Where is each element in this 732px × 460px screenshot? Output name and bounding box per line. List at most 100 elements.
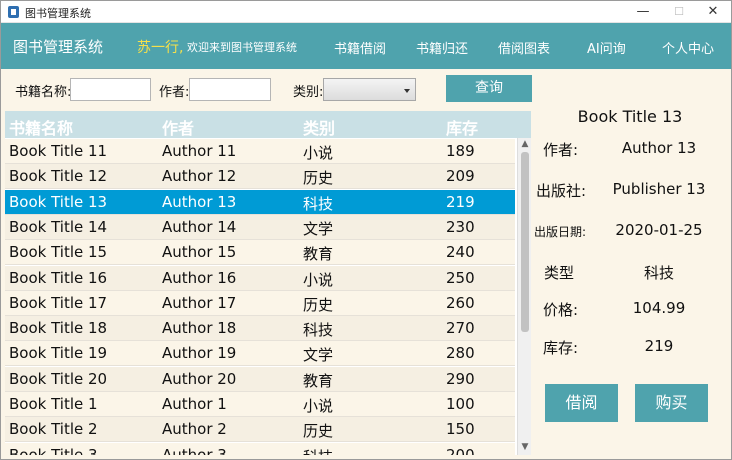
cell-category: 文学 — [303, 346, 334, 365]
table-row[interactable]: Book Title 15 Author 15 教育 240 — [5, 240, 515, 266]
cell-category: 历史 — [303, 295, 334, 314]
cell-book-name: Book Title 14 — [9, 217, 108, 236]
borrow-button[interactable]: 借阅 — [545, 384, 618, 422]
cell-book-name: Book Title 1 — [9, 395, 98, 413]
table-row[interactable]: Book Title 19 Author 19 文学 280 — [5, 341, 515, 367]
nav-return-books[interactable]: 书籍归还 — [416, 38, 468, 57]
maximize-button[interactable]: ☐ — [661, 3, 697, 21]
scroll-thumb[interactable] — [521, 152, 529, 332]
title-bar: 图书管理系统 — ☐ ✕ — [1, 1, 731, 23]
scroll-up-icon[interactable]: ▲ — [521, 140, 529, 149]
cell-category: 科技 — [303, 194, 334, 213]
cell-stock: 280 — [446, 344, 475, 363]
cell-book-name: Book Title 2 — [9, 420, 98, 439]
table-row[interactable]: Book Title 2 Author 2 历史 150 — [5, 417, 515, 443]
header-author[interactable]: 作者 — [162, 115, 194, 139]
detail-book-title: Book Title 13 — [577, 107, 683, 126]
cell-category: 文学 — [303, 219, 334, 238]
header-category[interactable]: 类别 — [303, 115, 335, 139]
cell-category: 历史 — [303, 169, 334, 188]
cell-book-name: Book Title 3 — [9, 445, 98, 455]
cell-book-name: Book Title 16 — [9, 268, 108, 287]
table-row[interactable]: Book Title 20 Author 20 教育 290 — [5, 366, 515, 392]
cell-category: 小说 — [303, 270, 334, 289]
cell-author: Author 2 — [162, 420, 227, 439]
table-row[interactable]: Book Title 11 Author 11 小说 189 — [5, 139, 515, 164]
detail-publisher-label: 出版社: — [536, 182, 587, 200]
cell-author: Author 11 — [162, 142, 237, 160]
cell-book-name: Book Title 20 — [9, 369, 108, 388]
cell-author: Author 16 — [162, 268, 237, 287]
cell-book-name: Book Title 17 — [9, 293, 108, 312]
cell-author: Author 18 — [162, 319, 237, 338]
header-stock[interactable]: 库存 — [446, 115, 478, 139]
cell-book-name: Book Title 18 — [9, 319, 108, 338]
nav-personal-center[interactable]: 个人中心 — [662, 38, 714, 57]
minimize-button[interactable]: — — [625, 3, 661, 21]
nav-borrow-books[interactable]: 书籍借阅 — [334, 38, 386, 57]
detail-price-label: 价格: — [543, 301, 579, 319]
detail-price-value: 104.99 — [632, 299, 686, 317]
cell-author: Author 15 — [162, 243, 237, 262]
detail-stock-value: 219 — [644, 337, 674, 355]
cell-author: Author 13 — [162, 192, 237, 211]
chevron-down-icon — [404, 89, 410, 93]
nav-ai-query[interactable]: AI问询 — [587, 38, 626, 57]
table-row[interactable]: Book Title 1 Author 1 小说 100 — [5, 392, 515, 417]
table-row[interactable]: Book Title 3 Author 3 科技 200 — [5, 442, 515, 455]
detail-date-label: 出版日期: — [534, 225, 587, 239]
book-name-input[interactable] — [70, 78, 151, 101]
cell-stock: 290 — [446, 369, 475, 388]
book-name-label: 书籍名称: — [15, 85, 72, 100]
author-input[interactable] — [189, 78, 271, 101]
cell-author: Author 12 — [162, 167, 237, 186]
detail-type-value: 科技 — [643, 264, 674, 282]
detail-type-label: 类型 — [544, 264, 575, 282]
cell-stock: 230 — [446, 217, 475, 236]
app-title: 图书管理系统 — [13, 38, 104, 56]
cell-book-name: Book Title 15 — [9, 243, 108, 262]
detail-publisher-value: Publisher 13 — [612, 180, 706, 198]
detail-author-label: 作者: — [543, 141, 579, 159]
category-select[interactable] — [323, 78, 416, 101]
cell-stock: 219 — [446, 192, 475, 211]
table-row[interactable]: Book Title 16 Author 16 小说 250 — [5, 265, 515, 291]
query-button[interactable]: 查询 — [446, 75, 532, 102]
cell-stock: 200 — [446, 445, 475, 455]
header-book-name[interactable]: 书籍名称 — [9, 115, 73, 139]
nav-borrow-chart[interactable]: 借阅图表 — [498, 38, 550, 57]
cell-author: Author 3 — [162, 445, 227, 455]
book-table: 书籍名称 作者 类别 库存 Book Title 11 Author 11 小说 18… — [5, 111, 531, 455]
table-row[interactable]: Book Title 13 Author 13 科技 219 — [5, 189, 515, 215]
cell-category: 教育 — [303, 245, 334, 264]
category-label: 类别: — [293, 85, 324, 100]
table-row[interactable]: Book Title 14 Author 14 文学 230 — [5, 214, 515, 240]
cell-author: Author 20 — [162, 369, 237, 388]
cell-stock: 240 — [446, 243, 475, 262]
cell-book-name: Book Title 13 — [9, 192, 108, 211]
table-row[interactable]: Book Title 17 Author 17 历史 260 — [5, 290, 515, 316]
detail-author-value: Author 13 — [621, 139, 697, 157]
main-window: 图书管理系统 — ☐ ✕ 图书管理系统 苏一行, 欢迎来到图书管理系统 书籍借阅… — [0, 0, 732, 460]
close-button[interactable]: ✕ — [695, 3, 731, 21]
cell-book-name: Book Title 12 — [9, 167, 108, 186]
app-book-icon — [8, 6, 19, 18]
cell-category: 历史 — [303, 422, 334, 441]
cell-category: 教育 — [303, 371, 334, 390]
table-header: 书籍名称 作者 类别 库存 — [5, 111, 531, 138]
cell-author: Author 1 — [162, 395, 227, 413]
top-navbar: 图书管理系统 苏一行, 欢迎来到图书管理系统 书籍借阅 书籍归还 借阅图表 AI… — [1, 23, 731, 69]
cell-category: 科技 — [303, 446, 333, 455]
cell-author: Author 14 — [162, 217, 237, 236]
user-name: 苏一行, — [137, 40, 184, 56]
cell-stock: 100 — [446, 395, 475, 413]
table-row[interactable]: Book Title 18 Author 18 科技 270 — [5, 316, 515, 342]
cell-author: Author 17 — [162, 293, 237, 312]
window-title: 图书管理系统 — [25, 7, 91, 20]
vertical-scrollbar[interactable]: ▲ ▼ — [517, 138, 531, 455]
buy-button[interactable]: 购买 — [635, 384, 708, 422]
cell-stock: 270 — [446, 319, 475, 338]
table-row[interactable]: Book Title 12 Author 12 历史 209 — [5, 164, 515, 190]
scroll-down-icon[interactable]: ▼ — [521, 443, 529, 452]
cell-category: 小说 — [303, 397, 334, 415]
